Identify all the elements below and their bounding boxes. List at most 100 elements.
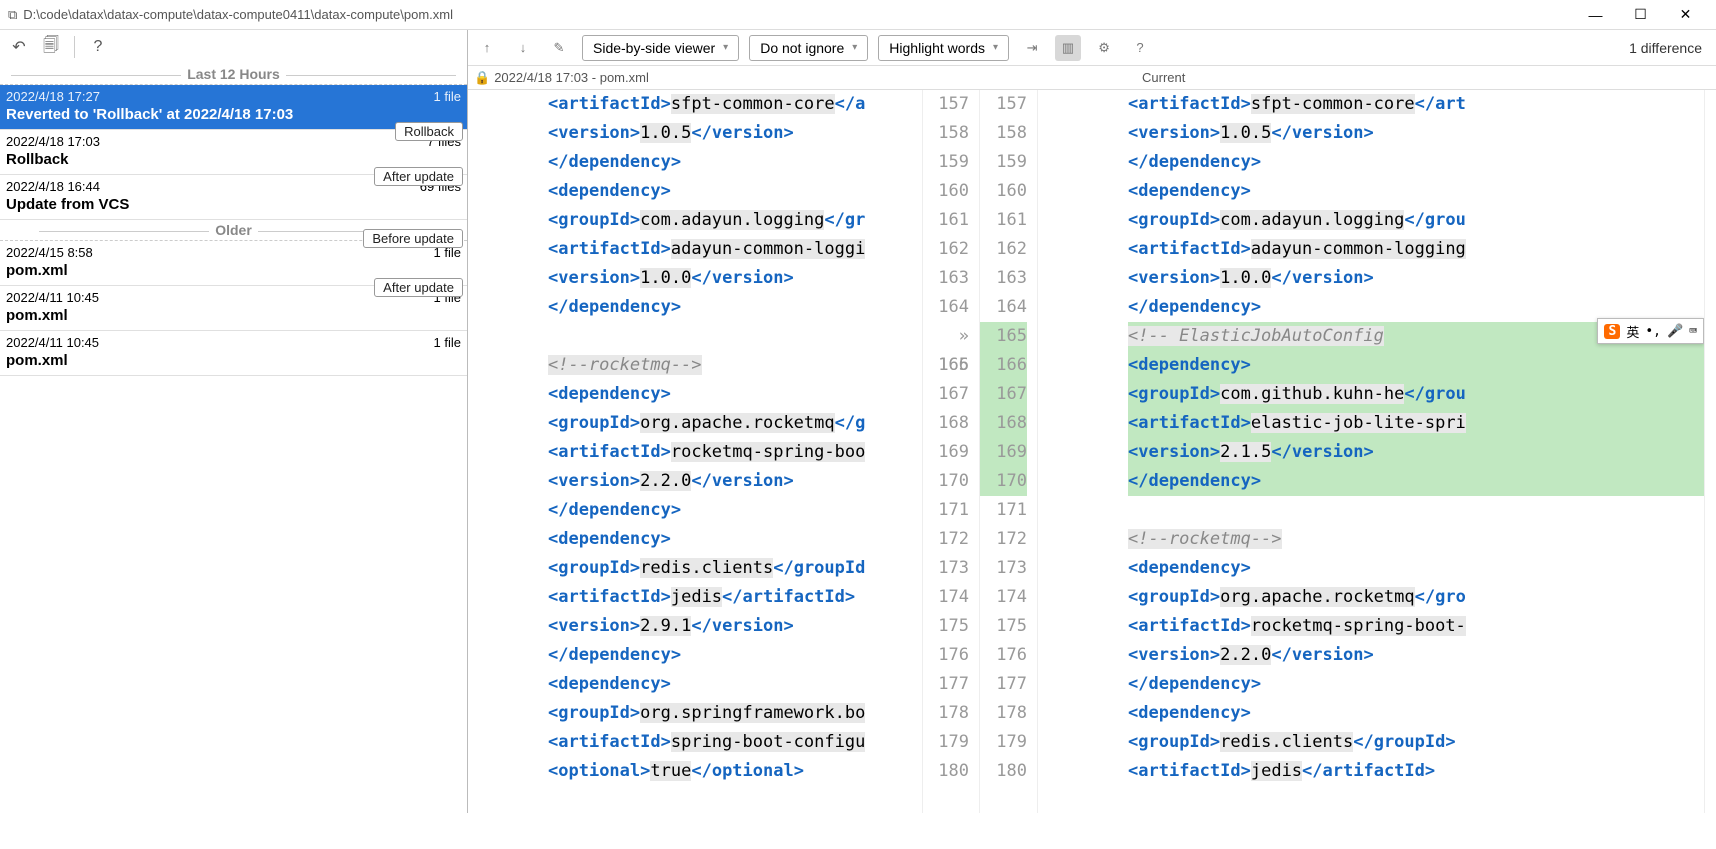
code-line[interactable]: <version>2.9.1</version> [548,612,922,641]
code-line[interactable]: </dependency> [1128,148,1704,177]
ime-punct[interactable]: •, [1645,324,1661,339]
code-line[interactable]: </dependency> [1128,467,1704,496]
code-line[interactable]: <artifactId>sfpt-common-core</a [548,90,922,119]
mic-icon[interactable]: 🎤 [1667,324,1683,339]
code-line[interactable]: <version>2.1.5</version> [1128,438,1704,467]
code-line[interactable]: </dependency> [548,293,922,322]
revision-timestamp: 2022/4/18 17:03 [6,134,100,149]
revert-file-button[interactable]: 🗐 [38,34,64,60]
code-line[interactable]: <version>1.0.0</version> [548,264,922,293]
before-update-pill[interactable]: Before update [363,229,463,248]
code-line[interactable]: <artifactId>adayun-common-loggi [548,235,922,264]
code-line[interactable]: <groupId>com.adayun.logging</gr [548,206,922,235]
ime-lang[interactable]: 英 [1626,322,1639,341]
gutter-line: 171 [923,496,969,525]
revision-timestamp: 2022/4/18 17:27 [6,89,100,104]
gutter-line: 168 [980,409,1027,438]
gutter-line: 175 [980,612,1027,641]
code-line[interactable]: </dependency> [548,496,922,525]
settings-button[interactable]: ⚙ [1091,35,1117,61]
ignore-dropdown[interactable]: Do not ignore [749,35,868,61]
gutter-line: 178 [923,699,969,728]
code-line[interactable]: </dependency> [548,148,922,177]
action-pill[interactable]: After update [374,167,463,186]
revision-title: Rollback [6,151,461,168]
code-line[interactable]: <groupId>com.github.kuhn-he</grou [1128,380,1704,409]
undo-button[interactable]: ↶ [6,34,32,60]
diff-panel: ↑ ↓ ✎ Side-by-side viewer Do not ignore … [468,30,1716,813]
code-line[interactable]: <optional>true</optional> [548,757,922,786]
code-line[interactable]: <!--rocketmq--> [1128,525,1704,554]
code-line[interactable]: </dependency> [548,641,922,670]
collapse-button[interactable]: ⇥ [1019,35,1045,61]
ime-overlay[interactable]: S 英 •, 🎤 ⌨ [1597,318,1704,344]
code-line[interactable]: </dependency> [1128,670,1704,699]
code-line[interactable]: <groupId>org.apache.rocketmq</gro [1128,583,1704,612]
code-line[interactable]: <artifactId>spring-boot-configu [548,728,922,757]
gutter-line: 158 [980,119,1027,148]
code-line[interactable]: <dependency> [1128,554,1704,583]
code-line[interactable]: <dependency> [548,177,922,206]
revision-timestamp: 2022/4/18 16:44 [6,179,100,194]
code-line[interactable]: <artifactId>elastic-job-lite-spri [1128,409,1704,438]
next-diff-button[interactable]: ↓ [510,35,536,61]
maximize-button[interactable]: ☐ [1618,1,1663,29]
gutter-line: » 165 [923,322,969,351]
code-line[interactable]: <groupId>com.adayun.logging</grou [1128,206,1704,235]
gutter-line: 172 [980,525,1027,554]
gutter-line: 161 [923,206,969,235]
edit-button[interactable]: ✎ [546,35,572,61]
code-line[interactable]: <groupId>org.apache.rocketmq</g [548,409,922,438]
revision-title: Update from VCS [6,196,461,213]
gutter-line: 162 [980,235,1027,264]
code-line[interactable]: <version>1.0.5</version> [1128,119,1704,148]
code-line[interactable]: <artifactId>rocketmq-spring-boot- [1128,612,1704,641]
code-line[interactable]: <groupId>org.springframework.bo [548,699,922,728]
code-line[interactable]: <groupId>redis.clients</groupId> [1128,728,1704,757]
code-line[interactable]: <version>1.0.0</version> [1128,264,1704,293]
code-line[interactable] [548,322,922,351]
separator [74,36,75,58]
code-line[interactable]: <dependency> [548,670,922,699]
code-line[interactable]: <dependency> [1128,177,1704,206]
ime-keyboard-icon[interactable]: ⌨ [1689,324,1697,339]
overview-ruler[interactable] [1704,90,1716,813]
code-line[interactable]: <version>2.2.0</version> [1128,641,1704,670]
code-line[interactable]: <artifactId>rocketmq-spring-boo [548,438,922,467]
code-line[interactable]: <artifactId>adayun-common-logging [1128,235,1704,264]
action-pill[interactable]: Rollback [395,122,463,141]
code-line[interactable]: <groupId>redis.clients</groupId [548,554,922,583]
minimize-button[interactable]: — [1573,1,1618,29]
viewer-mode-dropdown[interactable]: Side-by-side viewer [582,35,739,61]
gutter-line: 170 [923,467,969,496]
code-line[interactable]: <artifactId>jedis</artifactId> [548,583,922,612]
highlight-dropdown[interactable]: Highlight words [878,35,1009,61]
gutter-line: 176 [980,641,1027,670]
code-line[interactable]: <dependency> [1128,351,1704,380]
code-line[interactable]: <version>2.2.0</version> [548,467,922,496]
window-title: D:\code\datax\datax-compute\datax-comput… [23,7,1573,22]
prev-diff-button[interactable]: ↑ [474,35,500,61]
code-line[interactable]: <dependency> [1128,699,1704,728]
action-pill[interactable]: After update [374,278,463,297]
help-button[interactable]: ? [85,34,111,60]
code-line[interactable] [1128,496,1704,525]
code-line[interactable]: <artifactId>sfpt-common-core</art [1128,90,1704,119]
diff-view[interactable]: ✔ <artifactId>sfpt-common-core</a <versi… [468,90,1716,813]
diff-toolbar: ↑ ↓ ✎ Side-by-side viewer Do not ignore … [468,30,1716,66]
help-diff-button[interactable]: ? [1127,35,1153,61]
revision-item[interactable]: 2022/4/18 17:271 fileReverted to 'Rollba… [0,85,467,130]
revision-timestamp: 2022/4/11 10:45 [6,290,99,305]
code-line[interactable]: <version>1.0.5</version> [548,119,922,148]
code-line[interactable]: <dependency> [548,380,922,409]
revision-item[interactable]: 2022/4/11 10:451 filepom.xml [0,331,467,376]
code-line[interactable]: <artifactId>jedis</artifactId> [1128,757,1704,786]
gutter-line: 168 [923,409,969,438]
code-line[interactable]: <dependency> [548,525,922,554]
gutter-line: 157 [923,90,969,119]
revision-item[interactable]: 2022/4/15 8:581 filepom.xmlBefore update… [0,241,467,286]
close-button[interactable]: ✕ [1663,1,1708,29]
sync-scroll-button[interactable]: ▥ [1055,35,1081,61]
revision-title: pom.xml [6,307,461,324]
code-line[interactable]: <!--rocketmq--> [548,351,922,380]
